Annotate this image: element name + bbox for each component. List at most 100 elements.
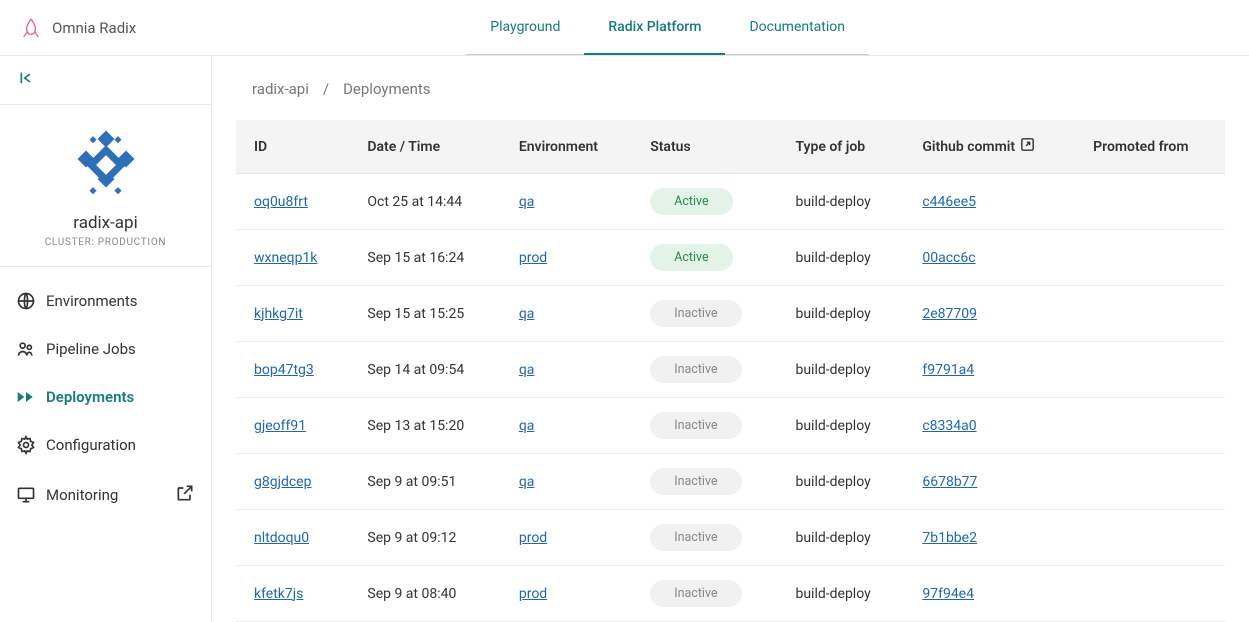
nav-item-configuration[interactable]: Configuration: [0, 421, 211, 469]
environment-link[interactable]: qa: [519, 306, 535, 322]
table-header-row: IDDate / TimeEnvironmentStatusType of jo…: [236, 120, 1225, 174]
environment-link[interactable]: qa: [519, 418, 535, 434]
status-badge: Inactive: [650, 468, 741, 495]
column-header: ID: [236, 120, 349, 174]
table-row: kjhkg7it Sep 15 at 15:25 qa Inactive build-d…: [236, 286, 1225, 342]
deployment-id-link[interactable]: gjeoff91: [254, 418, 306, 434]
breadcrumb-separator: /: [323, 80, 329, 98]
status-badge: Inactive: [650, 524, 741, 551]
radix-logo-icon: [20, 17, 42, 39]
deployments-table: IDDate / TimeEnvironmentStatusType of jo…: [236, 120, 1225, 622]
table-row: nltdoqu0 Sep 9 at 09:12 prod Inactive build-…: [236, 510, 1225, 566]
deploy-icon: [16, 387, 36, 407]
table-row: g8gjdcep Sep 9 at 09:51 qa Inactive build-de…: [236, 454, 1225, 510]
column-header: Type of job: [777, 120, 904, 174]
deployment-id-link[interactable]: g8gjdcep: [254, 474, 311, 490]
deployment-id-link[interactable]: nltdoqu0: [254, 530, 309, 546]
table-row: bop47tg3 Sep 14 at 09:54 qa Inactive build-d…: [236, 342, 1225, 398]
promoted-from: [1075, 174, 1225, 230]
github-commit-link[interactable]: 2e87709: [922, 306, 977, 322]
header-tab-radix-platform[interactable]: Radix Platform: [584, 1, 725, 55]
column-header: Date / Time: [349, 120, 500, 174]
logo[interactable]: Omnia Radix: [20, 17, 136, 39]
github-commit-link[interactable]: c446ee5: [922, 194, 976, 210]
job-type: build-deploy: [777, 510, 904, 566]
github-commit-link[interactable]: 97f94e4: [922, 586, 974, 602]
project-identicon: [66, 125, 146, 205]
status-badge: Inactive: [650, 412, 741, 439]
environment-link[interactable]: qa: [519, 362, 535, 378]
nav-item-label: Deployments: [46, 388, 134, 406]
people-icon: [16, 339, 36, 359]
promoted-from: [1075, 286, 1225, 342]
deployment-date: Sep 9 at 09:12: [349, 510, 500, 566]
collapse-icon: [18, 70, 34, 86]
environment-link[interactable]: prod: [519, 586, 547, 602]
nav-item-deployments[interactable]: Deployments: [0, 373, 211, 421]
header-tabs: PlaygroundRadix PlatformDocumentation: [466, 1, 869, 55]
globe-icon: [16, 291, 36, 311]
deployment-id-link[interactable]: bop47tg3: [254, 362, 314, 378]
environment-link[interactable]: qa: [519, 474, 535, 490]
table-row: oq0u8frt Oct 25 at 14:44 qa Active build-dep…: [236, 174, 1225, 230]
monitor-icon: [16, 485, 36, 505]
nav-item-label: Configuration: [46, 436, 136, 454]
environment-link[interactable]: prod: [519, 530, 547, 546]
nav-item-label: Monitoring: [46, 486, 118, 504]
job-type: build-deploy: [777, 342, 904, 398]
main-content: radix-api / Deployments IDDate / TimeEnv…: [212, 56, 1249, 622]
github-commit-link[interactable]: f9791a4: [922, 362, 974, 378]
sidebar-nav: Environments Pipeline Jobs Deployments Conf…: [0, 267, 211, 531]
deployment-date: Sep 14 at 09:54: [349, 342, 500, 398]
table-row: wxneqp1k Sep 15 at 16:24 prod Active build-d…: [236, 230, 1225, 286]
job-type: build-deploy: [777, 230, 904, 286]
github-commit-link[interactable]: c8334a0: [922, 418, 976, 434]
promoted-from: [1075, 454, 1225, 510]
column-header: Github commit: [904, 120, 1075, 174]
github-commit-link[interactable]: 7b1bbe2: [922, 530, 977, 546]
header: Omnia Radix PlaygroundRadix PlatformDocu…: [0, 0, 1249, 56]
promoted-from: [1075, 510, 1225, 566]
status-badge: Active: [650, 244, 732, 271]
gear-icon: [16, 435, 36, 455]
deployment-date: Oct 25 at 14:44: [349, 174, 500, 230]
environment-link[interactable]: qa: [519, 194, 535, 210]
header-tab-documentation[interactable]: Documentation: [725, 1, 869, 55]
deployment-date: Sep 9 at 09:51: [349, 454, 500, 510]
deployment-id-link[interactable]: kfetk7js: [254, 586, 303, 602]
promoted-from: [1075, 342, 1225, 398]
github-commit-link[interactable]: 6678b77: [922, 474, 977, 490]
sidebar: radix-api CLUSTER: PRODUCTION Environmen…: [0, 56, 212, 622]
promoted-from: [1075, 230, 1225, 286]
sidebar-collapse-button[interactable]: [0, 56, 211, 105]
header-tab-playground[interactable]: Playground: [466, 1, 584, 55]
status-badge: Inactive: [650, 580, 741, 607]
deployment-id-link[interactable]: oq0u8frt: [254, 194, 308, 210]
external-link-icon: [1019, 136, 1036, 157]
nav-item-monitoring[interactable]: Monitoring: [0, 469, 211, 521]
job-type: build-deploy: [777, 174, 904, 230]
column-header: Status: [632, 120, 777, 174]
nav-item-pipeline-jobs[interactable]: Pipeline Jobs: [0, 325, 211, 373]
status-badge: Inactive: [650, 356, 741, 383]
column-header: Promoted from: [1075, 120, 1225, 174]
breadcrumb-app-link[interactable]: radix-api: [252, 80, 309, 98]
promoted-from: [1075, 398, 1225, 454]
deployment-date: Sep 15 at 15:25: [349, 286, 500, 342]
deployment-date: Sep 15 at 16:24: [349, 230, 500, 286]
job-type: build-deploy: [777, 286, 904, 342]
status-badge: Inactive: [650, 300, 741, 327]
breadcrumb: radix-api / Deployments: [236, 80, 1225, 98]
nav-item-environments[interactable]: Environments: [0, 277, 211, 325]
github-commit-link[interactable]: 00acc6c: [922, 250, 975, 266]
deployment-id-link[interactable]: wxneqp1k: [254, 250, 317, 266]
environment-link[interactable]: prod: [519, 250, 547, 266]
deployment-id-link[interactable]: kjhkg7it: [254, 306, 303, 322]
nav-item-label: Environments: [46, 292, 138, 310]
header-title: Omnia Radix: [52, 19, 136, 37]
status-badge: Active: [650, 188, 732, 215]
job-type: build-deploy: [777, 454, 904, 510]
deployment-date: Sep 13 at 15:20: [349, 398, 500, 454]
column-header: Environment: [501, 120, 632, 174]
project-cluster: CLUSTER: PRODUCTION: [45, 237, 167, 248]
